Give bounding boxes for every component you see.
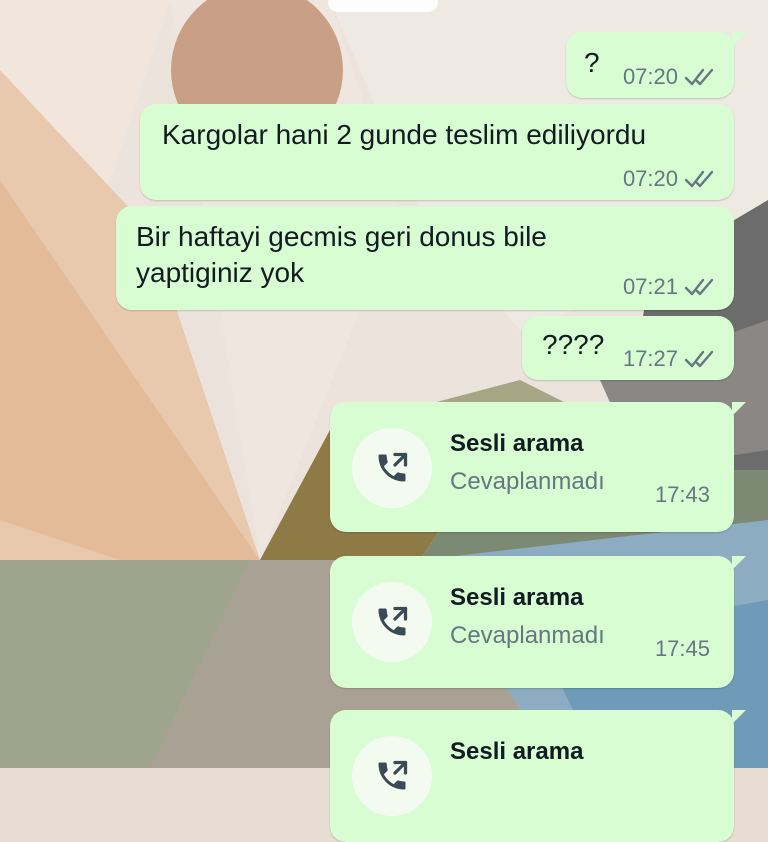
message-text-line-1: Bir haftayi gecmis geri donus bile [136, 221, 547, 252]
message-text: ???? [542, 329, 605, 360]
voice-call-bubble[interactable]: Sesli arama Cevaplanmadı 17:43 [330, 402, 746, 532]
call-time: 17:43 [654, 482, 710, 507]
call-button[interactable] [352, 736, 432, 816]
call-title: Sesli arama [450, 584, 584, 611]
message-time: 17:27 [622, 346, 678, 371]
outgoing-call-icon [378, 760, 408, 790]
message-text-line-2: yaptiginiz yok [136, 257, 305, 288]
double-check-icon [684, 350, 714, 368]
bubble-tail [732, 556, 746, 570]
message-meta: 07:21 [623, 274, 718, 300]
message-text: ? [584, 47, 600, 78]
call-title: Sesli arama [450, 738, 584, 765]
bubble-tail [732, 402, 746, 416]
outgoing-call-icon [378, 452, 408, 482]
outgoing-message[interactable]: Bir haftayi gecmis geri donus bile yapti… [116, 206, 734, 310]
message-meta: 07:20 [623, 166, 718, 192]
outgoing-call-icon [378, 606, 408, 636]
bubble-tail [732, 32, 746, 46]
bubble-tail [732, 710, 746, 724]
call-button[interactable] [352, 582, 432, 662]
voice-call-bubble[interactable]: Sesli arama Cevaplanmadı 17:45 [330, 556, 746, 688]
call-status: Cevaplanmadı [450, 468, 605, 495]
message-meta: 17:27 [623, 346, 718, 372]
chat-area[interactable]: ? 07:20 Kargolar hani 2 gunde teslim edi… [0, 0, 768, 842]
outgoing-message[interactable]: ? 07:20 [566, 32, 746, 98]
message-text: Kargolar hani 2 gunde teslim ediliyordu [162, 119, 647, 150]
call-title: Sesli arama [450, 430, 584, 457]
double-check-icon [684, 170, 714, 188]
message-time: 07:20 [622, 166, 678, 191]
message-time: 07:21 [622, 274, 678, 299]
message-time: 07:20 [622, 64, 678, 89]
call-button[interactable] [352, 428, 432, 508]
double-check-icon [684, 278, 714, 296]
call-time: 17:45 [654, 636, 710, 661]
double-check-icon [684, 68, 714, 86]
outgoing-message[interactable]: Kargolar hani 2 gunde teslim ediliyordu … [140, 104, 734, 200]
message-meta: 07:20 [623, 64, 718, 90]
outgoing-message[interactable]: ???? 17:27 [522, 316, 734, 380]
call-status: Cevaplanmadı [450, 622, 605, 649]
voice-call-bubble[interactable]: Sesli arama [330, 710, 746, 842]
